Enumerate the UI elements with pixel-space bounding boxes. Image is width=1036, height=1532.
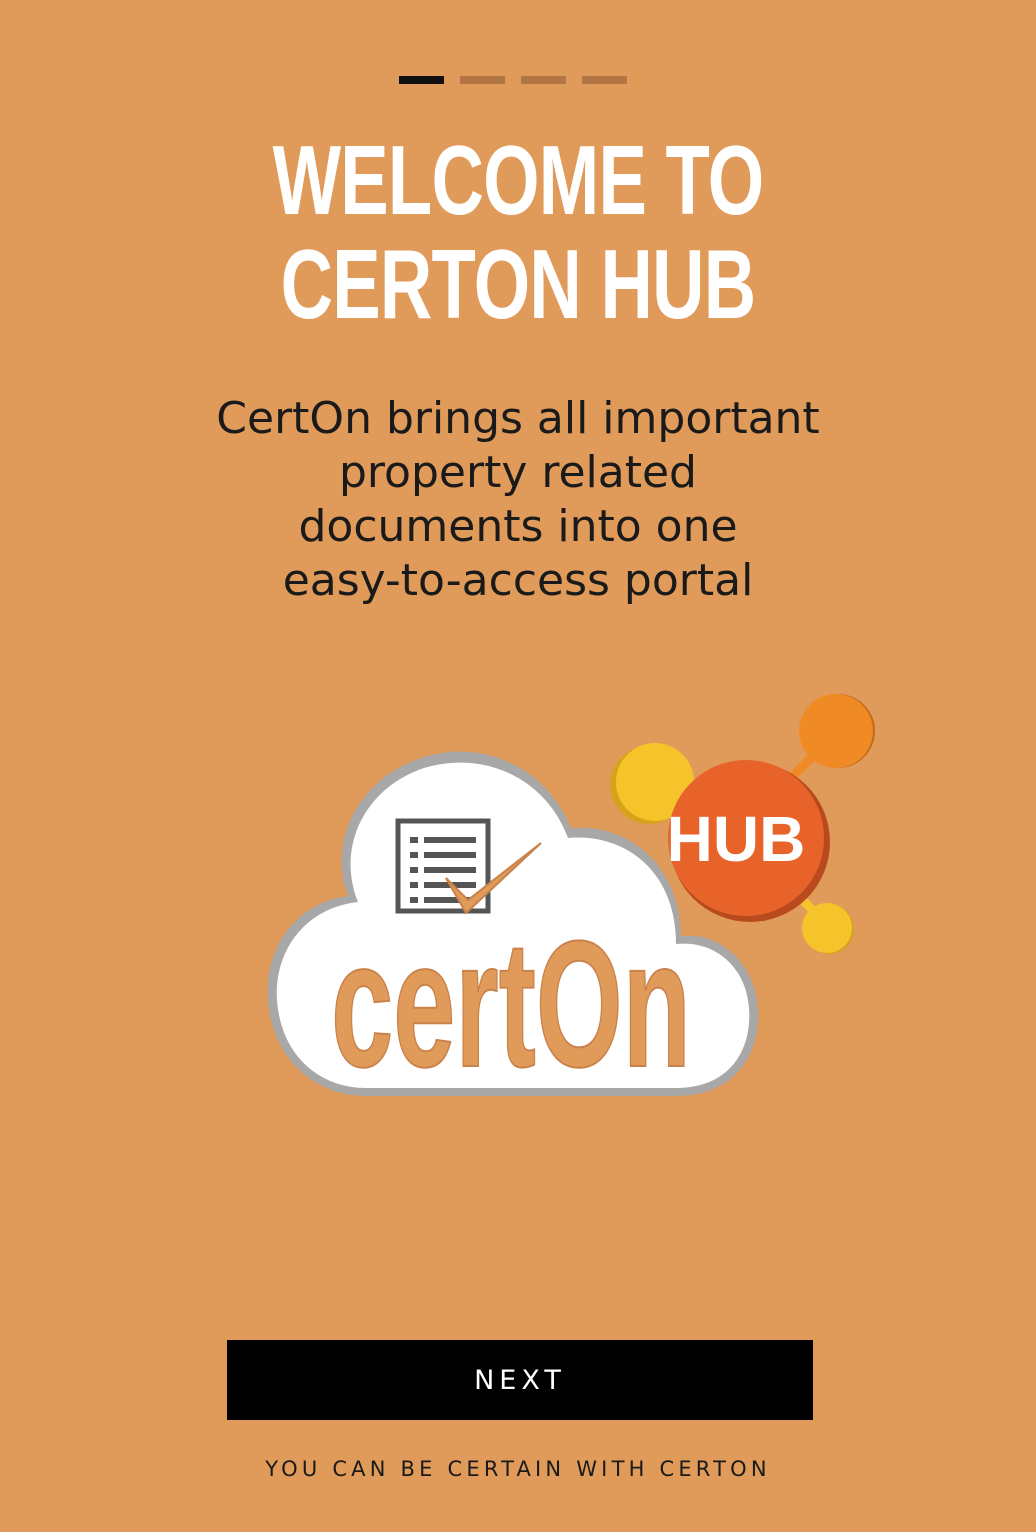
page-title: WELCOME TO CERTON HUB (135, 128, 902, 336)
page-indicator (399, 76, 627, 84)
intro-description: CertOn brings all important property rel… (168, 392, 868, 608)
next-button-label: NEXT (474, 1364, 566, 1396)
hub-badge: HUB (667, 760, 830, 922)
certon-hub-logo: certOn HUB (267, 694, 875, 1105)
intro-description-line-2: property related (339, 447, 697, 498)
tagline: YOU CAN BE CERTAIN WITH CERTON (265, 1457, 771, 1481)
next-button[interactable]: NEXT (227, 1340, 813, 1420)
page-indicator-dot-1[interactable] (399, 76, 444, 84)
intro-description-line-1: CertOn brings all important (216, 393, 820, 444)
logo-wordmark: certOn (331, 903, 691, 1105)
intro-description-line-3: documents into one (298, 501, 738, 552)
page-indicator-dot-2[interactable] (460, 76, 505, 84)
page-title-line-2: CERTON HUB (280, 229, 756, 339)
intro-description-line-4: easy-to-access portal (282, 555, 754, 606)
page-indicator-dot-4[interactable] (582, 76, 627, 84)
page-title-line-1: WELCOME TO (272, 125, 765, 235)
page-indicator-dot-3[interactable] (521, 76, 566, 84)
hub-badge-label: HUB (667, 803, 806, 875)
